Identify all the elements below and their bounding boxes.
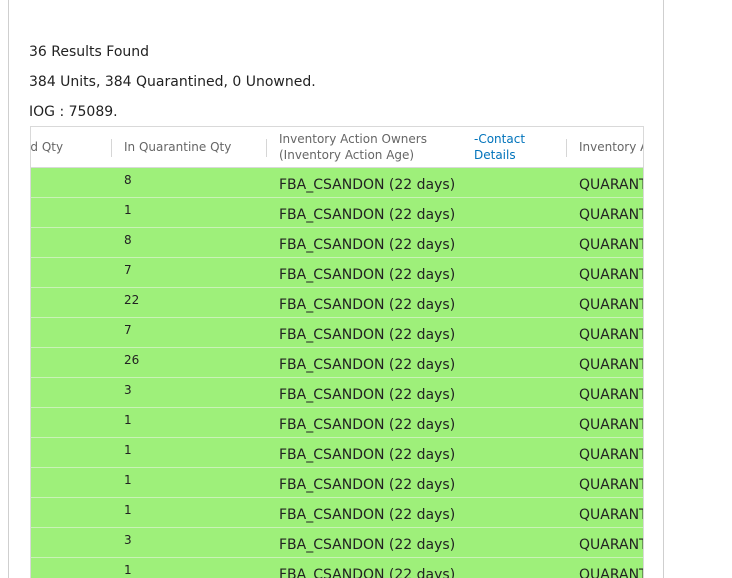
column-header-label: Inventory Ac <box>579 140 643 154</box>
column-header-inventory-action[interactable]: Inventory Ac <box>579 127 643 167</box>
in-quarantine-qty-cell: 7 <box>124 262 132 277</box>
column-header-in-quarantine-qty[interactable]: In Quarantine Qty <box>124 127 274 167</box>
inventory-action-owner-cell: FBA_CSANDON (22 days) <box>279 536 456 553</box>
inventory-action-cell: QUARANT <box>579 206 644 223</box>
results-count: 36 Results Found <box>29 44 150 60</box>
inventory-action-owner-cell: FBA_CSANDON (22 days) <box>279 176 456 193</box>
in-quarantine-qty-cell: 8 <box>124 172 132 187</box>
table-row[interactable]: 26 FBA_CSANDON (22 days) QUARANT <box>31 348 644 378</box>
table-row[interactable]: 3 FBA_CSANDON (22 days) QUARANT <box>31 378 644 408</box>
inventory-action-owner-cell: FBA_CSANDON (22 days) <box>279 206 456 223</box>
column-header-label: Inventory Action Owners (Inventory Actio… <box>279 132 427 162</box>
table-row[interactable]: 1 FBA_CSANDON (22 days) QUARANT <box>31 558 644 578</box>
inventory-action-cell: QUARANT <box>579 566 644 578</box>
table-row[interactable]: 7 FBA_CSANDON (22 days) QUARANT <box>31 258 644 288</box>
inventory-action-owner-cell: FBA_CSANDON (22 days) <box>279 326 456 343</box>
in-quarantine-qty-cell: 1 <box>124 202 132 217</box>
inventory-action-cell: QUARANT <box>579 416 644 433</box>
inventory-action-owner-cell: FBA_CSANDON (22 days) <box>279 506 456 523</box>
inventory-action-cell: QUARANT <box>579 446 644 463</box>
in-quarantine-qty-cell: 1 <box>124 562 132 577</box>
in-quarantine-qty-cell: 26 <box>124 352 140 367</box>
table-header: ed Qty In Quarantine Qty Inventory Actio… <box>30 127 643 168</box>
inventory-action-owner-cell: FBA_CSANDON (22 days) <box>279 266 456 283</box>
inventory-action-owner-cell: FBA_CSANDON (22 days) <box>279 356 456 373</box>
in-quarantine-qty-cell: 1 <box>124 472 132 487</box>
in-quarantine-qty-cell: 1 <box>124 412 132 427</box>
page: 36 Results Found 384 Units, 384 Quaranti… <box>0 0 732 578</box>
table-row[interactable]: 7 FBA_CSANDON (22 days) QUARANT <box>31 318 644 348</box>
units-summary: 384 Units, 384 Quarantined, 0 Unowned. <box>29 74 316 90</box>
in-quarantine-qty-cell: 1 <box>124 502 132 517</box>
inventory-action-owner-cell: FBA_CSANDON (22 days) <box>279 476 456 493</box>
contact-details-link[interactable]: -Contact Details <box>474 131 534 163</box>
in-quarantine-qty-cell: 22 <box>124 292 140 307</box>
table-row[interactable]: 1 FBA_CSANDON (22 days) QUARANT <box>31 438 644 468</box>
table-row[interactable]: 1 FBA_CSANDON (22 days) QUARANT <box>31 198 644 228</box>
inventory-action-owner-cell: FBA_CSANDON (22 days) <box>279 416 456 433</box>
inventory-action-cell: QUARANT <box>579 236 644 253</box>
inventory-action-owner-cell: FBA_CSANDON (22 days) <box>279 236 456 253</box>
inventory-action-cell: QUARANT <box>579 476 644 493</box>
table-body: 8 FBA_CSANDON (22 days) QUARANT 1 FBA_CSANDO… <box>31 168 644 578</box>
in-quarantine-qty-cell: 8 <box>124 232 132 247</box>
in-quarantine-qty-cell: 3 <box>124 382 132 397</box>
column-divider[interactable] <box>111 139 112 157</box>
table-row[interactable]: 3 FBA_CSANDON (22 days) QUARANT <box>31 528 644 558</box>
in-quarantine-qty-cell: 3 <box>124 532 132 547</box>
contact-details-link-wrap: -Contact Details <box>474 127 534 167</box>
table-row[interactable]: 1 FBA_CSANDON (22 days) QUARANT <box>31 468 644 498</box>
inventory-action-cell: QUARANT <box>579 326 644 343</box>
column-divider[interactable] <box>566 139 567 157</box>
table-row[interactable]: 22 FBA_CSANDON (22 days) QUARANT <box>31 288 644 318</box>
iog-label: IOG : 75089. <box>29 104 118 120</box>
results-table[interactable]: ed Qty In Quarantine Qty Inventory Actio… <box>30 126 644 578</box>
inventory-action-cell: QUARANT <box>579 296 644 313</box>
table-row[interactable]: 1 FBA_CSANDON (22 days) QUARANT <box>31 408 644 438</box>
inventory-action-cell: QUARANT <box>579 536 644 553</box>
table-row[interactable]: 8 FBA_CSANDON (22 days) QUARANT <box>31 168 644 198</box>
inventory-action-owner-cell: FBA_CSANDON (22 days) <box>279 566 456 578</box>
inventory-action-owner-cell: FBA_CSANDON (22 days) <box>279 386 456 403</box>
inventory-action-cell: QUARANT <box>579 386 644 403</box>
table-row[interactable]: 1 FBA_CSANDON (22 days) QUARANT <box>31 498 644 528</box>
in-quarantine-qty-cell: 7 <box>124 322 132 337</box>
inventory-action-cell: QUARANT <box>579 356 644 373</box>
inventory-action-cell: QUARANT <box>579 266 644 283</box>
inventory-action-cell: QUARANT <box>579 506 644 523</box>
column-header-label: In Quarantine Qty <box>124 140 232 154</box>
table-row[interactable]: 8 FBA_CSANDON (22 days) QUARANT <box>31 228 644 258</box>
column-header-inventory-action-owners[interactable]: Inventory Action Owners (Inventory Actio… <box>279 127 474 167</box>
inventory-action-owner-cell: FBA_CSANDON (22 days) <box>279 296 456 313</box>
inventory-action-cell: QUARANT <box>579 176 644 193</box>
inventory-action-owner-cell: FBA_CSANDON (22 days) <box>279 446 456 463</box>
in-quarantine-qty-cell: 1 <box>124 442 132 457</box>
column-divider[interactable] <box>266 139 267 157</box>
column-header-label: ed Qty <box>30 140 64 154</box>
